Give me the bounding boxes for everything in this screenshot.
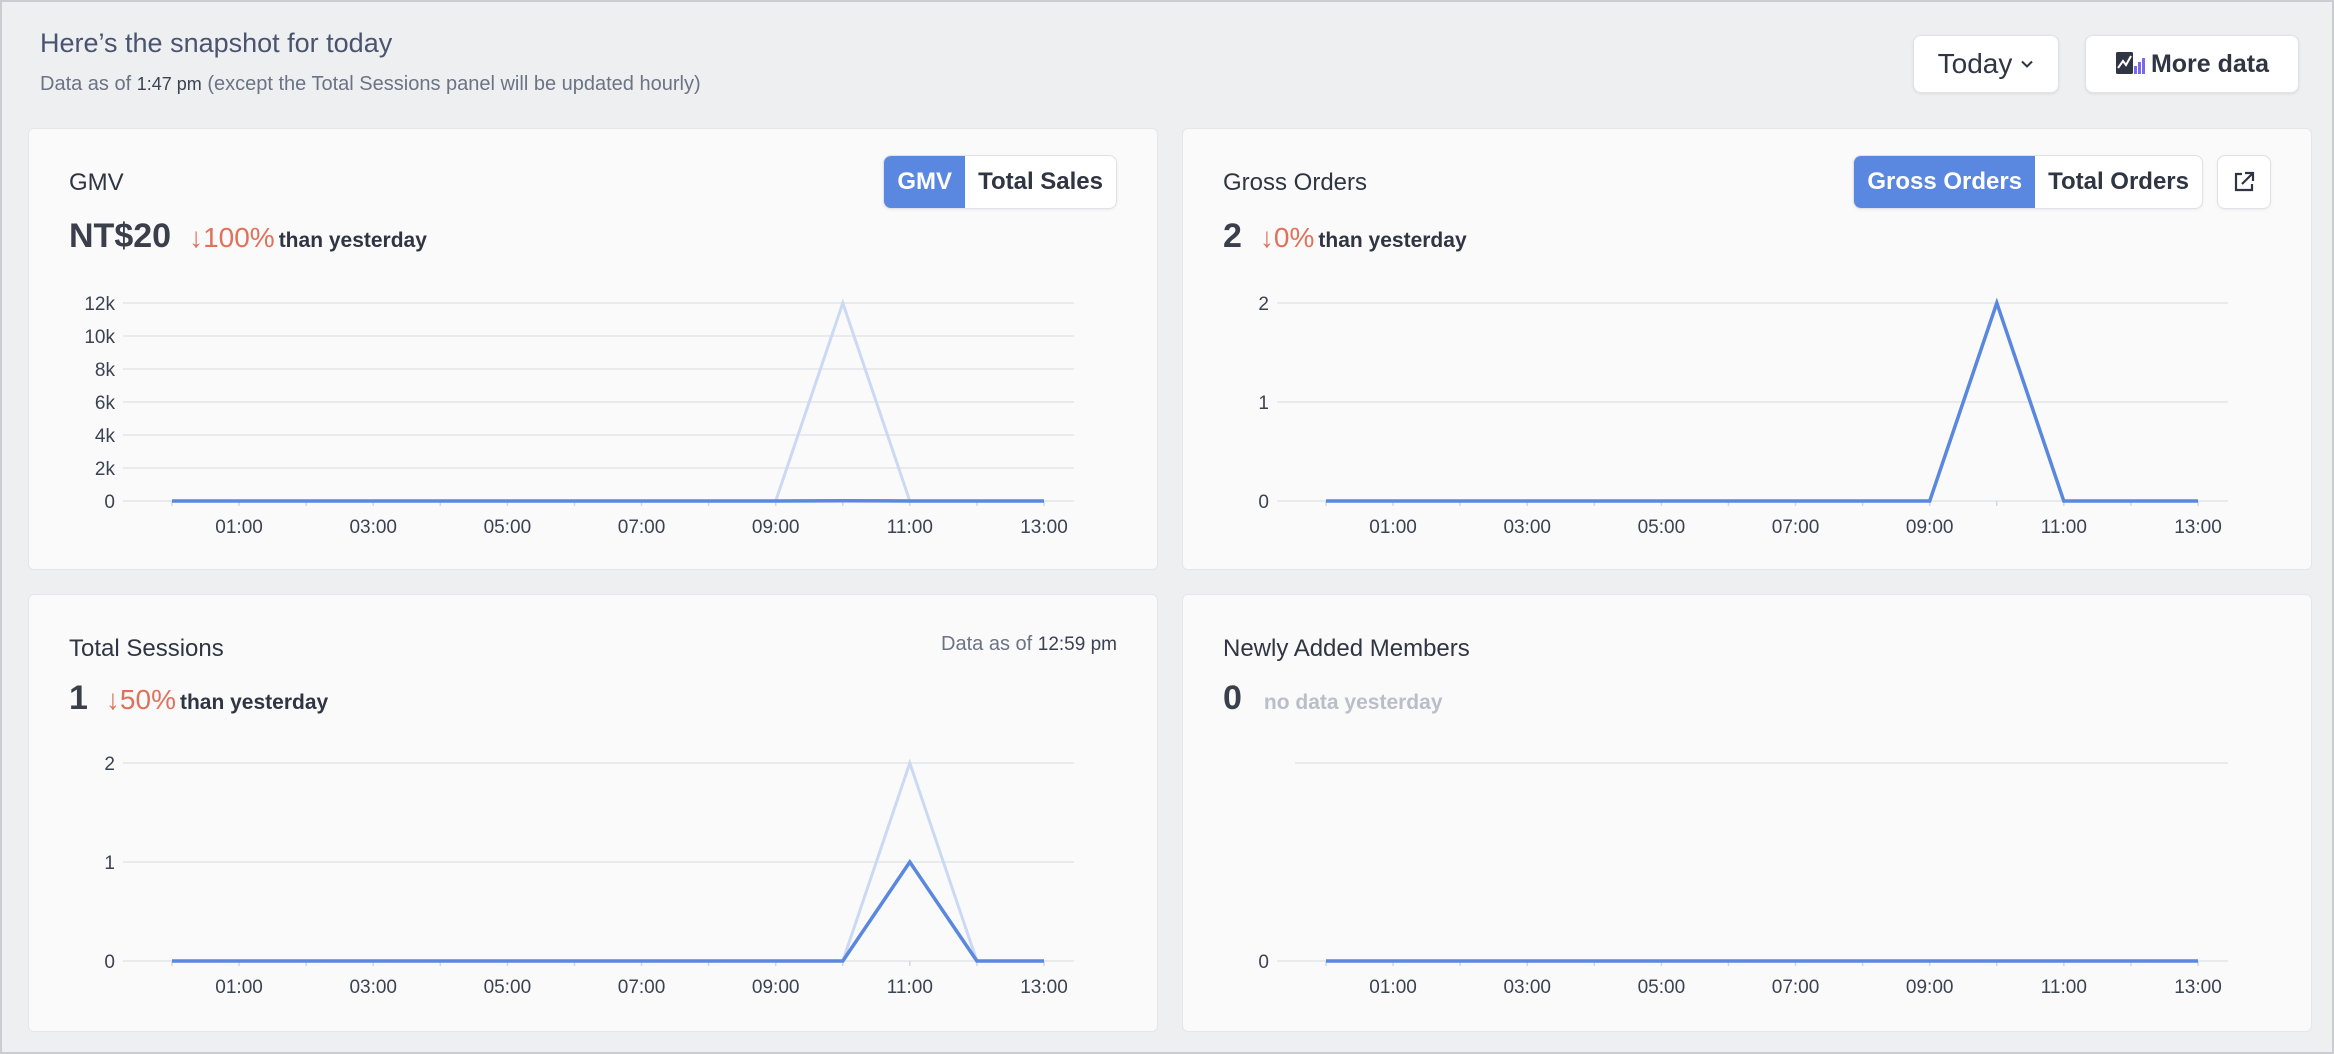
period-dropdown[interactable]: Today [1913, 35, 2059, 93]
total-sessions-chart: 0 1 2 01:00 03:00 05:00 07:00 09:00 11:00 13:00 [104, 754, 1074, 998]
x-tick-label: 09:00 [752, 977, 800, 998]
x-tick-label: 11:00 [887, 977, 933, 998]
y-tick-label: 2k [95, 459, 116, 480]
y-tick-label: 10k [84, 327, 115, 348]
x-tick-label: 09:00 [1906, 977, 1954, 998]
data-timestamp: Data as of 1:47 pm (except the Total Ses… [40, 73, 701, 96]
x-tick-label: 13:00 [2174, 517, 2222, 538]
y-tick-label: 0 [104, 952, 115, 973]
x-tick-label: 09:00 [752, 517, 800, 538]
gmv-card: GMV NT$20 ↓100% than yesterday GMV Total… [28, 128, 1158, 570]
y-tick-label: 2 [104, 754, 115, 775]
x-tick-label: 07:00 [1772, 977, 1820, 998]
chevron-down-icon [2021, 60, 2034, 68]
y-tick-label: 6k [95, 393, 116, 414]
timestamp-prefix: Data as of [40, 73, 132, 95]
x-tick-label: 11:00 [2041, 977, 2087, 998]
x-tick-label: 01:00 [215, 517, 263, 538]
x-tick-label: 07:00 [618, 977, 666, 998]
page-header: Here’s the snapshot for today Data as of… [40, 28, 701, 96]
x-tick-label: 11:00 [887, 517, 933, 538]
x-tick-label: 13:00 [2174, 977, 2222, 998]
x-tick-label: 01:00 [1369, 977, 1417, 998]
gross-orders-card: Gross Orders 2 ↓0% than yesterday Gross … [1182, 128, 2312, 570]
x-tick-label: 13:00 [1020, 517, 1068, 538]
x-tick-label: 05:00 [1638, 977, 1686, 998]
x-tick-label: 07:00 [1772, 517, 1820, 538]
new-members-card: Newly Added Members 0 no data yesterday … [1182, 594, 2312, 1032]
y-tick-label: 1 [1258, 393, 1269, 414]
timestamp-time: 1:47 pm [136, 74, 202, 94]
total-sessions-card: Total Sessions 1 ↓50% than yesterday Dat… [28, 594, 1158, 1032]
x-tick-label: 05:00 [1638, 517, 1686, 538]
timestamp-suffix: (except the Total Sessions panel will be… [207, 73, 701, 95]
x-tick-label: 03:00 [1503, 517, 1551, 538]
x-tick-label: 03:00 [1503, 977, 1551, 998]
x-tick-label: 05:00 [484, 517, 532, 538]
x-tick-label: 05:00 [484, 977, 532, 998]
x-tick-label: 11:00 [2041, 517, 2087, 538]
x-tick-label: 01:00 [215, 977, 263, 998]
y-tick-label: 2 [1258, 294, 1269, 315]
gmv-chart: 0 2k 4k 6k 8k 10k 12k 01:00 03:00 05:00 07:00 09:00… [84, 294, 1074, 538]
series-line-today [172, 858, 1044, 963]
y-tick-label: 12k [84, 294, 115, 315]
x-tick-label: 07:00 [618, 517, 666, 538]
period-dropdown-label: Today [1937, 48, 2013, 79]
more-data-button[interactable]: More data [2085, 35, 2299, 93]
x-tick-label: 03:00 [349, 517, 397, 538]
y-tick-label: 4k [95, 426, 116, 447]
y-tick-label: 0 [104, 492, 115, 513]
x-tick-label: 03:00 [349, 977, 397, 998]
y-tick-label: 0 [1258, 492, 1269, 513]
page-title: Here’s the snapshot for today [40, 28, 393, 58]
analytics-chart-icon [2115, 52, 2145, 74]
new-members-chart: 0 01:00 03:00 05:00 07:00 09:00 11:00 13:00 [1258, 762, 2228, 998]
x-tick-label: 01:00 [1369, 517, 1417, 538]
x-tick-label: 09:00 [1906, 517, 1954, 538]
y-tick-label: 1 [104, 853, 115, 874]
y-tick-label: 8k [95, 360, 116, 381]
more-data-label: More data [2150, 49, 2270, 78]
y-tick-label: 0 [1258, 952, 1269, 973]
x-tick-label: 13:00 [1020, 977, 1068, 998]
gross-orders-chart: 0 1 2 01:00 03:00 05:00 07:00 09:00 11:00 13:00 [1258, 294, 2228, 538]
